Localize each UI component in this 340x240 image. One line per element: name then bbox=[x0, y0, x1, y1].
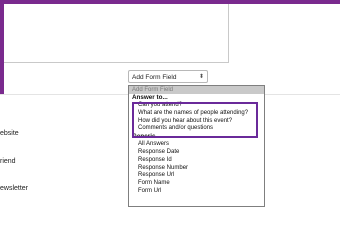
group-label-answer-to: Answer to... bbox=[132, 94, 168, 101]
field-label-website: ebsite bbox=[0, 130, 19, 137]
option-response-date[interactable]: Response Date bbox=[129, 149, 264, 157]
chevron-updown-icon: ⬍ bbox=[198, 74, 204, 80]
option-all-answers[interactable]: All Answers bbox=[129, 141, 264, 149]
field-label-newsletter: ewsletter bbox=[0, 185, 29, 192]
option-comments-questions[interactable]: Comments and/or questions bbox=[129, 125, 264, 133]
option-form-url[interactable]: Form Url bbox=[129, 188, 264, 196]
option-response-number[interactable]: Response Number bbox=[129, 165, 264, 173]
option-can-you-attend[interactable]: Can you attend? bbox=[129, 102, 264, 110]
dropdown-selected-option[interactable]: Add Form Field bbox=[129, 86, 264, 94]
option-response-id[interactable]: Response Id bbox=[129, 157, 264, 165]
add-form-field-select[interactable]: Add Form Field ⬍ bbox=[128, 70, 208, 83]
select-label: Add Form Field bbox=[132, 74, 177, 81]
add-form-field-dropdown[interactable]: Add Form Field Answer to... Can you atte… bbox=[128, 85, 265, 207]
option-response-url[interactable]: Response Url bbox=[129, 172, 264, 180]
field-label-friend: riend bbox=[0, 158, 16, 165]
option-how-did-you-hear[interactable]: How did you hear about this event? bbox=[129, 118, 264, 126]
group-label-generic: Generic bbox=[132, 133, 156, 141]
option-form-name[interactable]: Form Name bbox=[129, 180, 264, 188]
option-names-attending[interactable]: What are the names of people attending? bbox=[129, 110, 264, 118]
form-preview-panel bbox=[4, 4, 229, 63]
